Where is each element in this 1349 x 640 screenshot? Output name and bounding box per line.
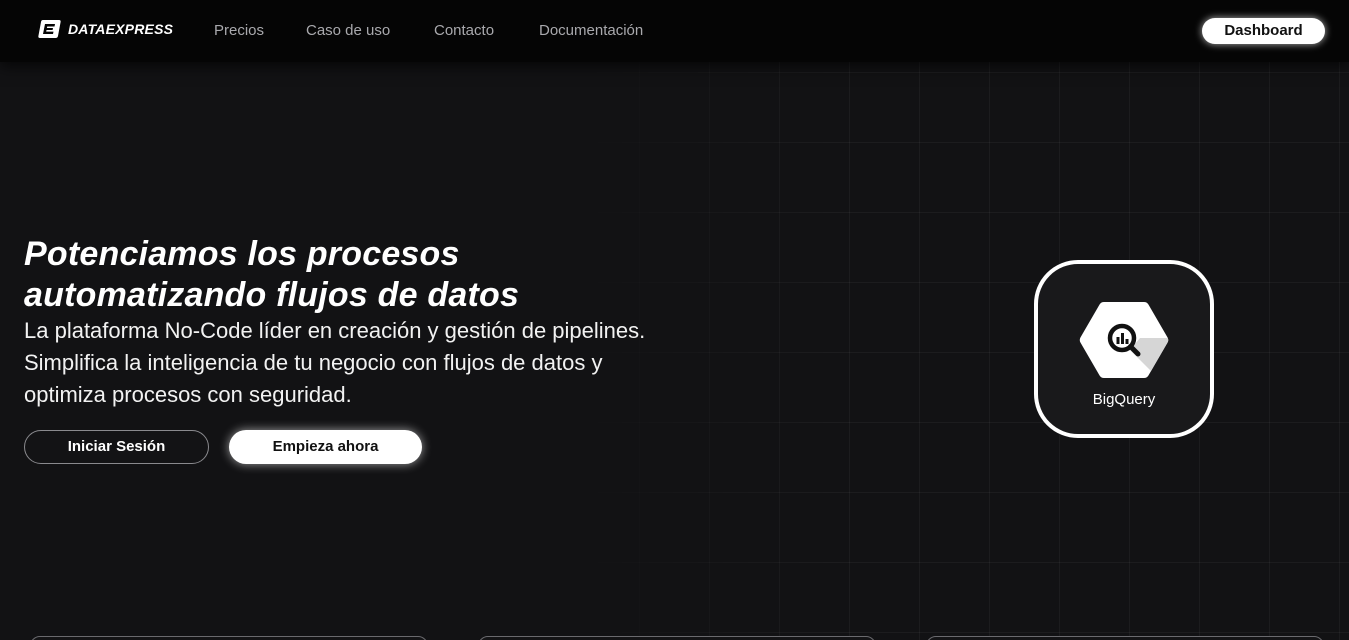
integration-card: BigQuery xyxy=(1034,260,1214,438)
nav-link-caso-de-uso[interactable]: Caso de uso xyxy=(306,22,390,39)
dataexpress-logo-icon xyxy=(38,20,61,38)
hero-subtitle: La plataforma No-Code líder en creación … xyxy=(24,318,646,407)
bigquery-icon xyxy=(1079,302,1169,378)
dashboard-button[interactable]: Dashboard xyxy=(1202,18,1325,44)
hero-title-line-2: automatizando flujos de datos xyxy=(24,276,520,314)
nav-link-contacto[interactable]: Contacto xyxy=(434,22,494,39)
hero-title: Potenciamos los procesos automatizando f… xyxy=(24,234,644,316)
navbar: DATAEXPRESS Precios Caso de uso Contacto… xyxy=(0,0,1349,62)
nav-link-documentacion[interactable]: Documentación xyxy=(539,22,643,39)
hero-title-line-1: Potenciamos los procesos xyxy=(24,235,460,273)
brand-name: DATAEXPRESS xyxy=(68,21,174,37)
landing-page: DATAEXPRESS Precios Caso de uso Contacto… xyxy=(0,0,1349,640)
brand-logo-link[interactable]: DATAEXPRESS xyxy=(38,19,173,39)
feature-card-peek-2 xyxy=(478,636,876,640)
login-button[interactable]: Iniciar Sesión xyxy=(24,430,209,464)
nav-link-precios[interactable]: Precios xyxy=(214,22,264,39)
feature-card-peek-3 xyxy=(926,636,1324,640)
get-started-button[interactable]: Empieza ahora xyxy=(229,430,422,464)
integration-card-label: BigQuery xyxy=(1092,391,1156,408)
feature-card-peek-1 xyxy=(30,636,428,640)
